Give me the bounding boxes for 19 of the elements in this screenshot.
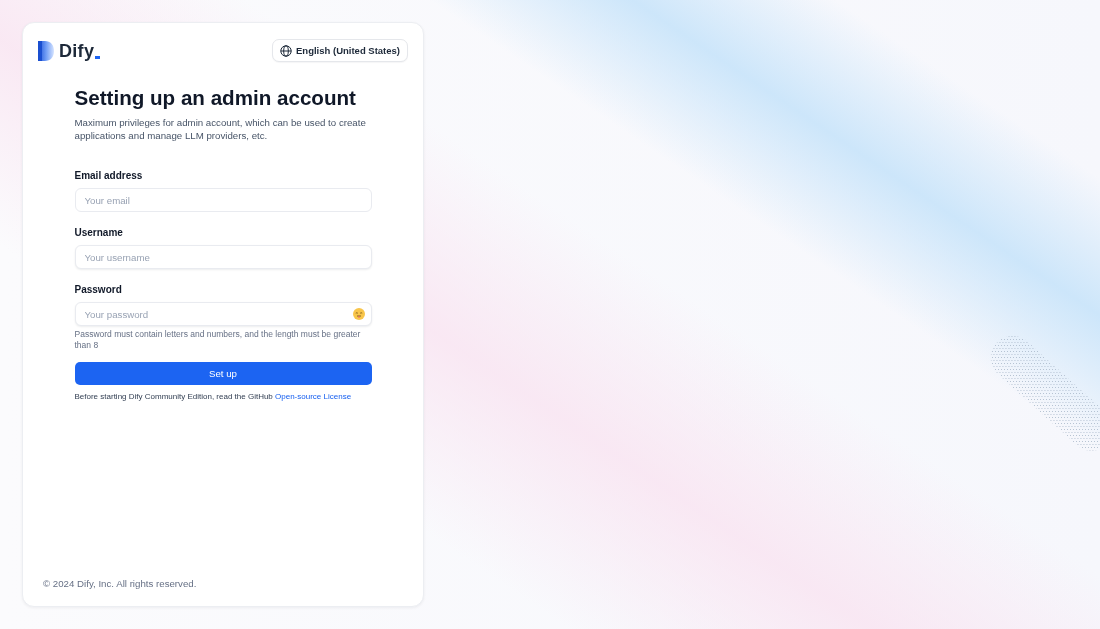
password-hint: Password must contain letters and numbers, and the length must be greater than 8 [74,329,362,350]
face-emoji-icon[interactable] [352,308,365,320]
logo-icon [38,40,54,61]
copyright-text: © 2024 Dify, Inc. All rights reserved. [43,578,197,589]
license-link[interactable]: Open-source License [275,392,352,401]
globe-icon [280,44,292,57]
language-selector[interactable]: English (United States) [272,39,408,62]
underscore-icon [95,56,101,59]
field-label: Password [74,283,123,296]
field-label: Username [74,226,124,239]
field-label: Email address [74,169,144,182]
license-notice: Before starting Dify Community Edition, read the GitHub Open-source License [74,391,353,402]
username-field[interactable]: Your username [74,245,372,269]
page-heading: Setting up an admin account [74,85,357,111]
password-field[interactable]: Your password [74,302,372,326]
email-field[interactable]: Your email [74,188,372,212]
page-description: Maximum privileges for admin account, which can be used to create applications and manage LLM providers, etc. [74,116,367,142]
brand-name: Dify [59,39,95,62]
setup-button[interactable]: Set up [74,362,372,385]
